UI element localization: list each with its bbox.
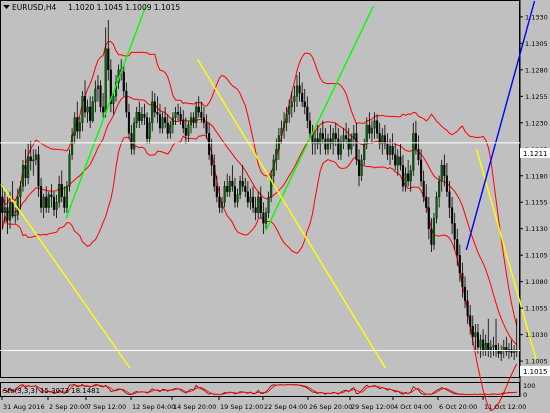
x-tick-label: 2 Sep 20:00	[49, 403, 88, 411]
y-tick-label: 1.1080	[525, 278, 548, 286]
hline-price-label: 1.1211	[523, 150, 548, 158]
chart-window[interactable]: 1.1005 1.1030 1.1055 1.1080 1.1105 1.1130 1.11…	[0, 0, 550, 413]
candle	[432, 212, 436, 250]
hline-price-tag: 1.1211	[520, 148, 550, 158]
x-tick-label: 19 Sep 12:00	[220, 403, 263, 411]
x-tick-label: 7 Sep 12:00	[87, 403, 126, 411]
y-tick-label: 1.1330	[525, 13, 548, 21]
y-tick-label: 1.1130	[525, 225, 548, 233]
y-tick-label: 1.1005	[525, 358, 548, 366]
y-tick-label: 1.1055	[525, 305, 548, 313]
price-chart[interactable]: 1.1005 1.1030 1.1055 1.1080 1.1105 1.1130 1.11…	[0, 0, 550, 413]
y-tick-label: 1.1305	[525, 40, 548, 48]
y-tick-label: 1.1105	[525, 252, 548, 260]
y-tick-label: 1.1030	[525, 331, 548, 339]
y-tick-label: 1.1155	[525, 199, 548, 207]
bid-price-label: 1.1015	[523, 368, 548, 376]
bid-price-tag: 1.1015	[520, 366, 550, 376]
y-tick-label: 1.1180	[525, 172, 548, 180]
x-tick-label: 4 Oct 04:00	[394, 403, 432, 411]
y-tick-label: 1.1280	[525, 66, 548, 74]
x-tick-label: 6 Oct 20:00	[439, 403, 477, 411]
ohlc-label: 1.1020 1.1045 1.1009 1.1015	[68, 3, 180, 12]
symbol-label: EURUSD,H4	[12, 3, 56, 12]
x-tick-label: 31 Aug 2016	[3, 403, 45, 411]
candle	[133, 117, 136, 155]
y-tick-label: 1.1230	[525, 119, 548, 127]
oscillator-tick-0: 0	[523, 391, 527, 399]
x-tick-label: 12 Sep 04:00	[132, 403, 175, 411]
oscillator-tick-100: 100	[523, 382, 535, 390]
x-tick-label: 22 Sep 04:00	[264, 403, 307, 411]
y-tick-label: 1.1255	[525, 93, 548, 101]
x-tick-label: 11 Oct 12:00	[484, 403, 526, 411]
candle	[68, 149, 71, 192]
x-tick-label: 29 Sep 12:00	[351, 403, 394, 411]
header: EURUSD,H4 1.1020 1.1045 1.1009 1.1015	[3, 3, 180, 12]
oscillator-label: Sto(3,3,3) 15.3073 18.1481	[3, 387, 100, 395]
x-tick-label: 14 Sep 20:00	[173, 403, 216, 411]
x-tick-label: 26 Sep 20:00	[309, 403, 352, 411]
